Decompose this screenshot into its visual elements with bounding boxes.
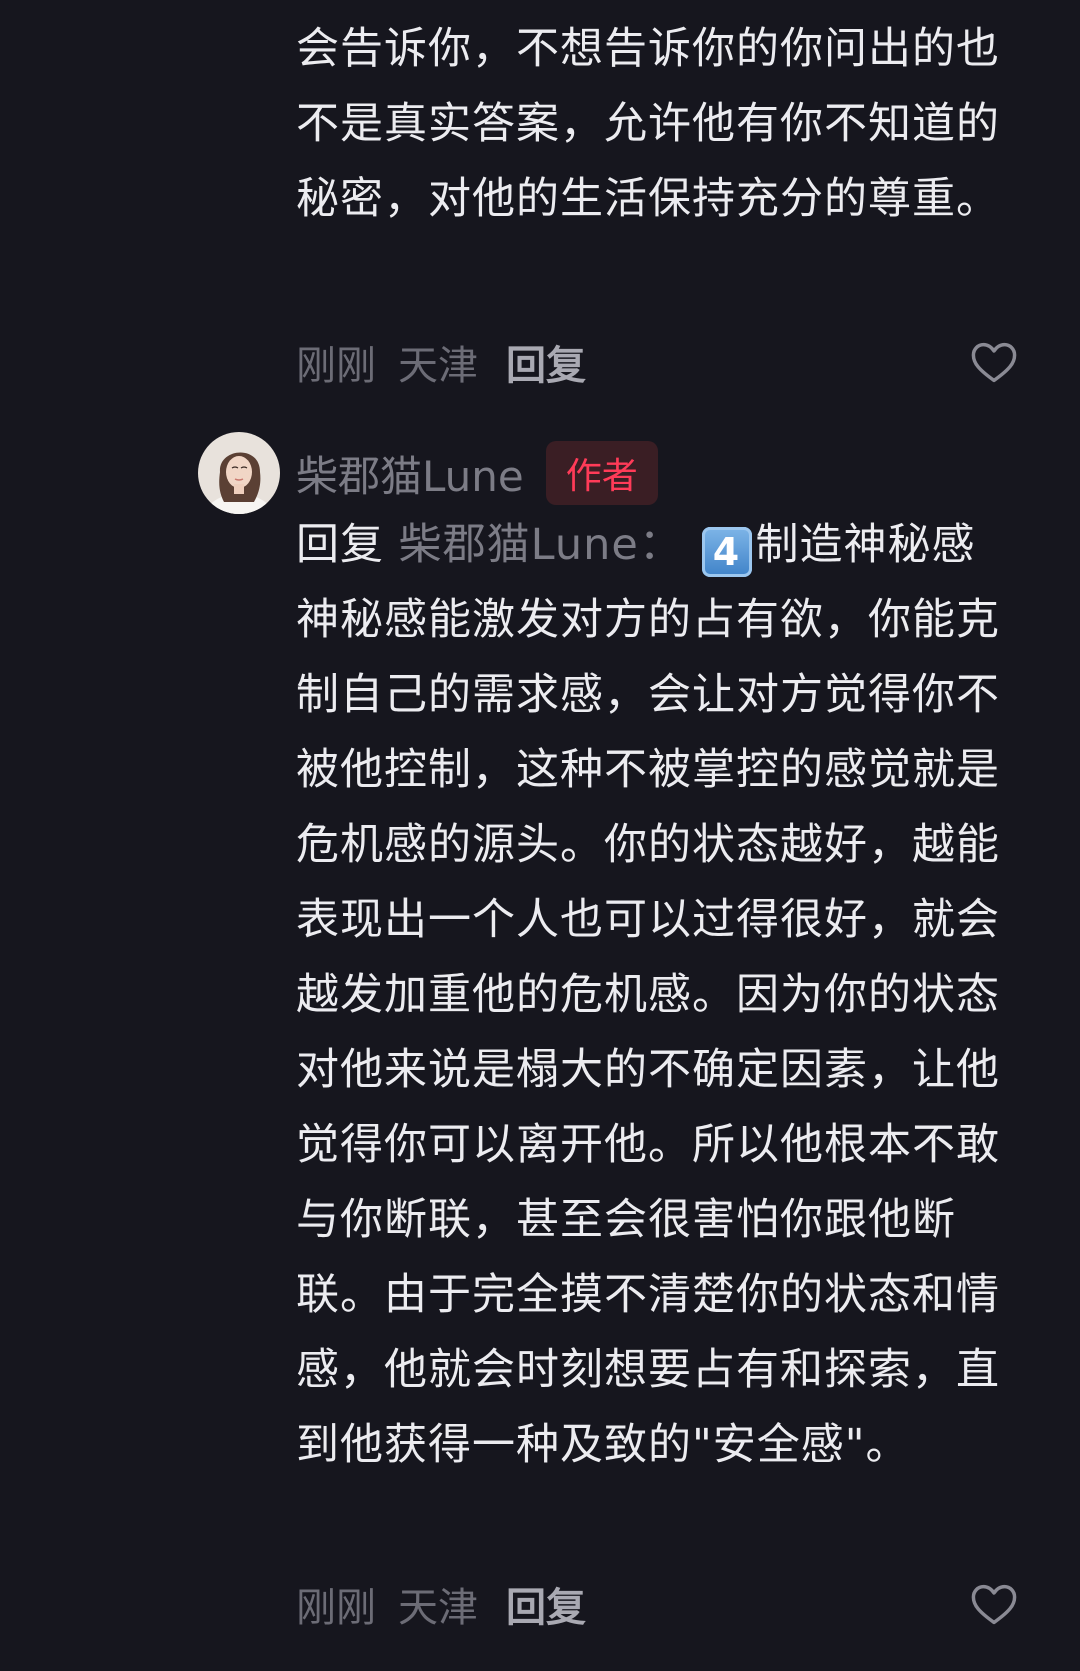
reply-button[interactable]: 回复 bbox=[506, 333, 586, 391]
comment-location: 天津 bbox=[398, 343, 478, 389]
comment-time: 刚刚 bbox=[296, 1585, 376, 1631]
comment-body: 会告诉你，不想告诉你的你问出的也不是真实答案，允许他有你不知道的秘密，对他的生活… bbox=[296, 24, 1000, 224]
comment-location: 天津 bbox=[398, 1585, 478, 1631]
comment-meta: 刚刚 天津 回复 bbox=[296, 332, 1020, 392]
reply-prefix: 回复 bbox=[296, 520, 384, 570]
keycap-four-icon: 4 bbox=[701, 527, 752, 577]
reply-target[interactable]: 柴郡猫Lune： bbox=[399, 520, 683, 570]
heart-outline-icon[interactable] bbox=[968, 336, 1020, 388]
heart-outline-icon[interactable] bbox=[968, 1578, 1020, 1630]
reply-text: 回复 柴郡猫Lune： 4 制造神秘感 神秘感能激发对方的占有欲，你能克制自己的需… bbox=[296, 508, 1016, 1483]
reply-title: 制造神秘感 bbox=[755, 520, 976, 570]
comment-time: 刚刚 bbox=[296, 343, 376, 389]
comment-header: 柴郡猫Lune 作者 bbox=[198, 432, 658, 514]
reply-button[interactable]: 回复 bbox=[506, 1575, 586, 1633]
comment-meta: 刚刚 天津 回复 bbox=[296, 1574, 1020, 1634]
comment-text: 会告诉你，不想告诉你的你问出的也不是真实答案，允许他有你不知道的秘密，对他的生活… bbox=[296, 12, 1016, 237]
reply-body: 神秘感能激发对方的占有欲，你能克制自己的需求感，会让对方觉得你不被他控制，这种不… bbox=[296, 595, 1000, 1470]
avatar[interactable] bbox=[198, 432, 280, 514]
user-avatar-photo bbox=[198, 432, 280, 514]
username[interactable]: 柴郡猫Lune bbox=[296, 443, 524, 504]
author-badge: 作者 bbox=[545, 441, 658, 505]
